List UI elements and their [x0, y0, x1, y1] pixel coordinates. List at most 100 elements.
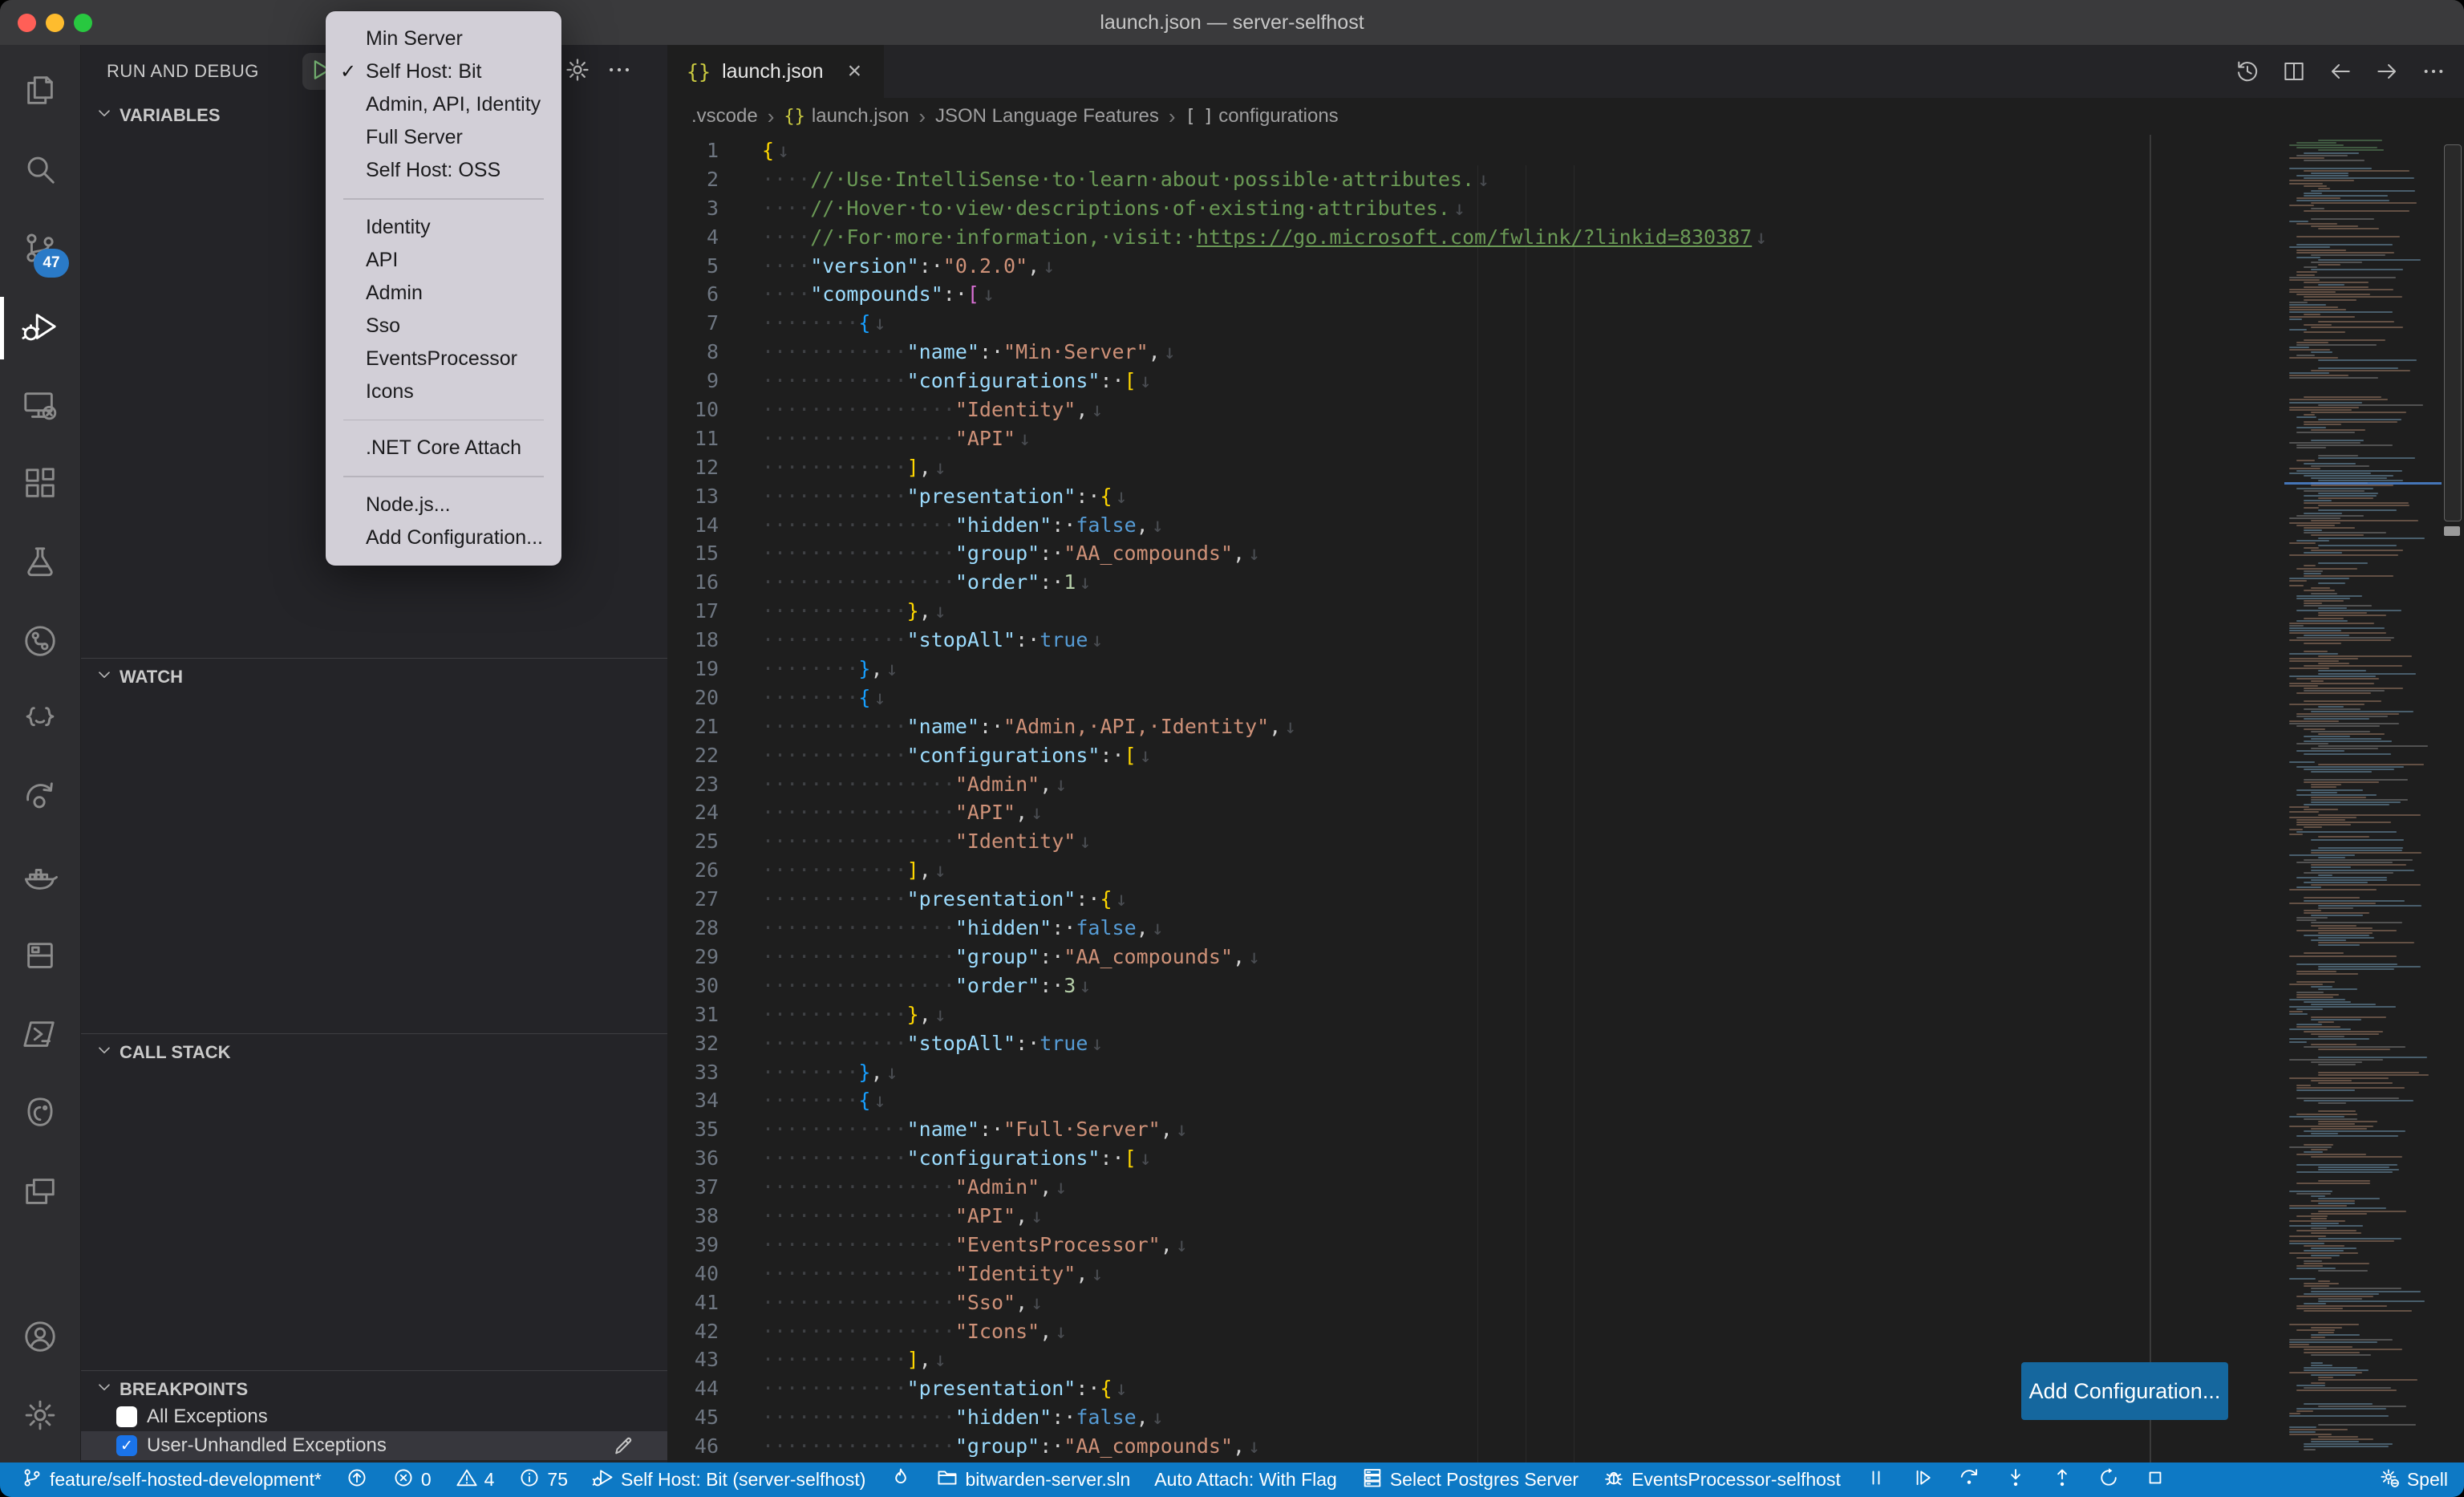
code-line[interactable]: 40················"Identity",↓ — [667, 1260, 1767, 1288]
code-line[interactable]: 38················"API",↓ — [667, 1202, 1767, 1231]
status-debug-launch[interactable]: Self Host: Bit (server-selfhost) — [592, 1467, 865, 1494]
activity-item-braces-extension[interactable] — [0, 682, 80, 761]
code-line[interactable]: 4····//·For·more·information,·visit:·htt… — [667, 223, 1767, 252]
add-configuration-button[interactable]: Add Configuration... — [2021, 1362, 2228, 1420]
status-debug-stop[interactable] — [2144, 1467, 2166, 1494]
code-line[interactable]: 2····//·Use·IntelliSense·to·learn·about·… — [667, 165, 1767, 194]
code-line[interactable]: 29················"group":·"AA_compounds… — [667, 943, 1767, 972]
code-line[interactable]: 21············"name":·"Admin,·API,·Ident… — [667, 712, 1767, 741]
more-actions-icon[interactable] — [2416, 54, 2451, 89]
code-line[interactable]: 24················"API",↓ — [667, 798, 1767, 827]
menu-item-identity[interactable]: Identity — [326, 211, 561, 244]
code-line[interactable]: 41················"Sso",↓ — [667, 1288, 1767, 1317]
code-line[interactable]: 1{↓ — [667, 136, 1767, 165]
call-stack-header[interactable]: CALL STACK — [81, 1035, 667, 1070]
status-debug-restart[interactable] — [2097, 1467, 2120, 1494]
code-line[interactable]: 36············"configurations":·[↓ — [667, 1144, 1767, 1173]
code-line[interactable]: 3····//·Hover·to·view·descriptions·of·ex… — [667, 194, 1767, 223]
code-line[interactable]: 34········{↓ — [667, 1086, 1767, 1115]
code-line[interactable]: 9············"configurations":·[↓ — [667, 367, 1767, 396]
status-solution[interactable]: bitwarden-server.sln — [936, 1467, 1130, 1494]
breadcrumb-item-json-language-features[interactable]: JSON Language Features — [935, 105, 1159, 128]
activity-item-window-layouts[interactable] — [0, 1154, 80, 1232]
status-spell-checker[interactable]: Spell — [2378, 1467, 2448, 1494]
activity-item-gitlens[interactable] — [0, 761, 80, 839]
code-line[interactable]: 27············"presentation":·{↓ — [667, 885, 1767, 914]
navigate-back-icon[interactable] — [2323, 54, 2358, 89]
code-line[interactable]: 19········},↓ — [667, 655, 1767, 684]
activity-item-postgresql[interactable] — [0, 1075, 80, 1154]
menu-item-node-js[interactable]: Node.js... — [326, 489, 561, 521]
code-line[interactable]: 6····"compounds":·[↓ — [667, 280, 1767, 309]
code-line[interactable]: 7········{↓ — [667, 309, 1767, 338]
activity-item-explorer[interactable] — [0, 53, 80, 132]
checkbox-checked[interactable]: ✓ — [116, 1435, 137, 1456]
code-line[interactable]: 32············"stopAll":·true↓ — [667, 1029, 1767, 1058]
editor-scrollbar[interactable] — [2443, 135, 2462, 1463]
breadcrumb-item-launch-json[interactable]: {}launch.json — [784, 105, 909, 128]
watch-header[interactable]: WATCH — [81, 659, 667, 695]
status-postgres-server[interactable]: Select Postgres Server — [1361, 1467, 1578, 1494]
code-line[interactable]: 20········{↓ — [667, 684, 1767, 712]
activity-item-search[interactable] — [0, 132, 80, 210]
code-line[interactable]: 46················"group":·"AA_compounds… — [667, 1432, 1767, 1461]
breadcrumb-item-vscode[interactable]: .vscode — [691, 105, 758, 128]
scrollbar-slider[interactable] — [2444, 144, 2462, 521]
code-line[interactable]: 18············"stopAll":·true↓ — [667, 626, 1767, 655]
menu-item-eventsprocessor[interactable]: EventsProcessor — [326, 343, 561, 375]
code-line[interactable]: 16················"order":·1↓ — [667, 568, 1767, 597]
code-line[interactable]: 23················"Admin",↓ — [667, 770, 1767, 799]
activity-item-testing[interactable] — [0, 525, 80, 603]
code-line[interactable]: 30················"order":·3↓ — [667, 972, 1767, 1000]
code-line[interactable]: 44············"presentation":·{↓ — [667, 1374, 1767, 1403]
activity-item-settings[interactable] — [0, 1377, 80, 1456]
status-errors[interactable]: 0 — [392, 1467, 432, 1494]
code-line[interactable]: 26············],↓ — [667, 856, 1767, 885]
code-line[interactable]: 13············"presentation":·{↓ — [667, 482, 1767, 511]
code-line[interactable]: 43············],↓ — [667, 1345, 1767, 1374]
code-line[interactable]: 42················"Icons",↓ — [667, 1317, 1767, 1346]
status-debug-continue[interactable] — [1911, 1467, 1934, 1494]
menu-item-sso[interactable]: Sso — [326, 310, 561, 343]
tab-launch-json[interactable]: {} launch.json × — [667, 45, 884, 98]
menu-item-add-configuration[interactable]: Add Configuration... — [326, 521, 561, 554]
activity-item-docker[interactable] — [0, 839, 80, 918]
code-line[interactable]: 10················"Identity",↓ — [667, 396, 1767, 424]
status-infos[interactable]: 75 — [518, 1467, 568, 1494]
menu-item-net-core-attach[interactable]: .NET Core Attach — [326, 432, 561, 465]
code-line[interactable]: 11················"API"↓ — [667, 424, 1767, 453]
activity-item-run-and-debug[interactable] — [0, 289, 80, 367]
menu-item-min-server[interactable]: Min Server — [326, 22, 561, 55]
status-warnings[interactable]: 4 — [456, 1467, 495, 1494]
views-more-button[interactable] — [601, 53, 638, 90]
code-line[interactable]: 22············"configurations":·[↓ — [667, 741, 1767, 770]
code-line[interactable]: 8············"name":·"Min·Server",↓ — [667, 338, 1767, 367]
code-line[interactable]: 31············},↓ — [667, 1000, 1767, 1029]
status-flame[interactable] — [890, 1467, 912, 1494]
code-line[interactable]: 35············"name":·"Full·Server",↓ — [667, 1115, 1767, 1144]
menu-item-self-host-bit[interactable]: ✓Self Host: Bit — [326, 55, 561, 88]
open-launch-json-button[interactable] — [559, 53, 596, 90]
breakpoint-user-unhandled-exceptions[interactable]: ✓ User-Unhandled Exceptions — [81, 1431, 667, 1460]
editor-pane[interactable]: 1{↓2····//·Use·IntelliSense·to·learn·abo… — [667, 135, 2464, 1463]
code-line[interactable]: 14················"hidden":·false,↓ — [667, 511, 1767, 540]
status-publish-changes[interactable] — [346, 1467, 368, 1494]
edit-pencil-icon[interactable] — [611, 1434, 635, 1463]
status-debug-step-into[interactable] — [2004, 1467, 2027, 1494]
code-line[interactable]: 5····"version":·"0.2.0",↓ — [667, 252, 1767, 281]
menu-item-admin-api-identity[interactable]: Admin, API, Identity — [326, 88, 561, 121]
activity-item-git-graph[interactable] — [0, 603, 80, 682]
activity-item-remote-explorer[interactable] — [0, 367, 80, 446]
code-line[interactable]: 33········},↓ — [667, 1058, 1767, 1087]
status-debug-session[interactable]: EventsProcessor-selfhost — [1603, 1467, 1841, 1494]
split-editor-icon[interactable] — [2276, 54, 2312, 89]
close-tab-icon[interactable]: × — [848, 58, 862, 85]
breakpoint-all-exceptions[interactable]: All Exceptions — [81, 1402, 667, 1431]
code-line[interactable]: 25················"Identity"↓ — [667, 827, 1767, 856]
status-debug-step-over[interactable] — [1958, 1467, 1980, 1494]
timeline-history-icon[interactable] — [2230, 54, 2265, 89]
code-line[interactable]: 12············],↓ — [667, 453, 1767, 482]
status-debug-pause[interactable] — [1865, 1467, 1887, 1494]
status-auto-attach[interactable]: Auto Attach: With Flag — [1154, 1469, 1337, 1491]
activity-item-extensions[interactable] — [0, 446, 80, 525]
